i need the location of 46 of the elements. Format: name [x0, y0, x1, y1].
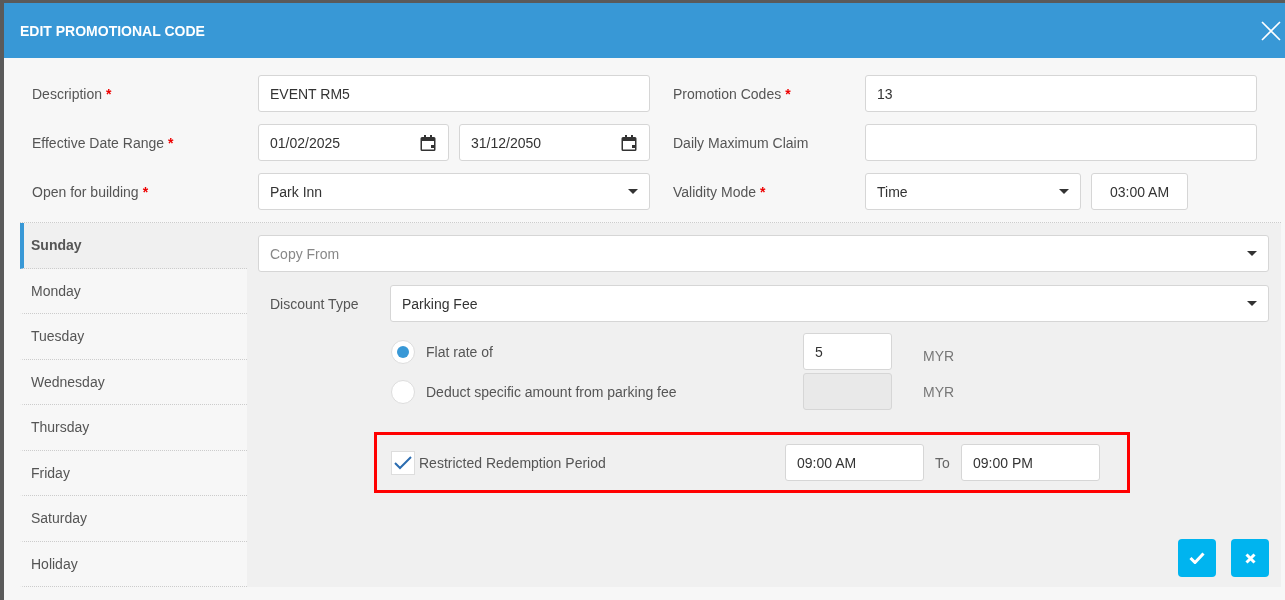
- field-label: Effective Date Range: [32, 134, 165, 151]
- field-label: Promotion Codes: [673, 85, 782, 102]
- copy-from-select[interactable]: Copy From: [258, 235, 1269, 272]
- field-label: Discount Type: [269, 295, 360, 312]
- currency-label: MYR: [923, 383, 956, 400]
- dialog-title: EDIT PROMOTIONAL CODE: [20, 22, 205, 39]
- field-label: Open for building: [32, 183, 139, 200]
- caret-icon: [1247, 251, 1257, 256]
- amount-field[interactable]: 5: [803, 333, 892, 370]
- start-time-input[interactable]: 09:00 AM: [785, 444, 924, 481]
- field-label: Validity Mode: [673, 183, 756, 200]
- required-mark: *: [168, 134, 174, 151]
- date-field[interactable]: 01/02/2025: [258, 124, 449, 161]
- close-icon: [1244, 552, 1256, 564]
- caret-icon: [1247, 301, 1257, 306]
- required-mark: *: [760, 183, 766, 200]
- checkbox-label: Restricted Redemption Period: [419, 454, 607, 471]
- radio-button[interactable]: [391, 339, 415, 364]
- currency-label: MYR: [923, 346, 956, 364]
- checkbox[interactable]: [391, 450, 415, 475]
- confirm-button[interactable]: [1178, 539, 1216, 577]
- select-field[interactable]: Park Inn: [258, 173, 650, 210]
- required-mark: *: [106, 85, 112, 102]
- option-label: Deduct specific amount from parking fee: [426, 383, 678, 400]
- field-label: Description: [32, 85, 103, 102]
- required-mark: *: [785, 85, 791, 102]
- required-mark: *: [142, 183, 149, 200]
- caret-icon: [1059, 189, 1069, 194]
- text-field[interactable]: 13: [865, 75, 1257, 112]
- caret-icon: [628, 189, 638, 194]
- checkmark-icon: [1189, 552, 1205, 564]
- cancel-button[interactable]: [1231, 539, 1269, 577]
- calendar-icon: [620, 133, 638, 152]
- close-button[interactable]: [1259, 18, 1283, 43]
- day-tab[interactable]: Sunday: [20, 223, 247, 269]
- calendar-icon: [419, 133, 437, 152]
- select-field[interactable]: Parking Fee: [390, 285, 1269, 322]
- to-label: To: [934, 454, 951, 471]
- select-field[interactable]: Time: [865, 173, 1081, 210]
- option-label: Flat rate of: [426, 343, 494, 360]
- time-input[interactable]: 03:00 AM: [1091, 173, 1188, 210]
- text-field[interactable]: EVENT RM5: [258, 75, 650, 112]
- text-field[interactable]: [865, 124, 1257, 161]
- field-label: Daily Maximum Claim: [673, 134, 809, 151]
- end-time-input[interactable]: 09:00 PM: [961, 444, 1100, 481]
- date-field[interactable]: 31/12/2050: [459, 124, 650, 161]
